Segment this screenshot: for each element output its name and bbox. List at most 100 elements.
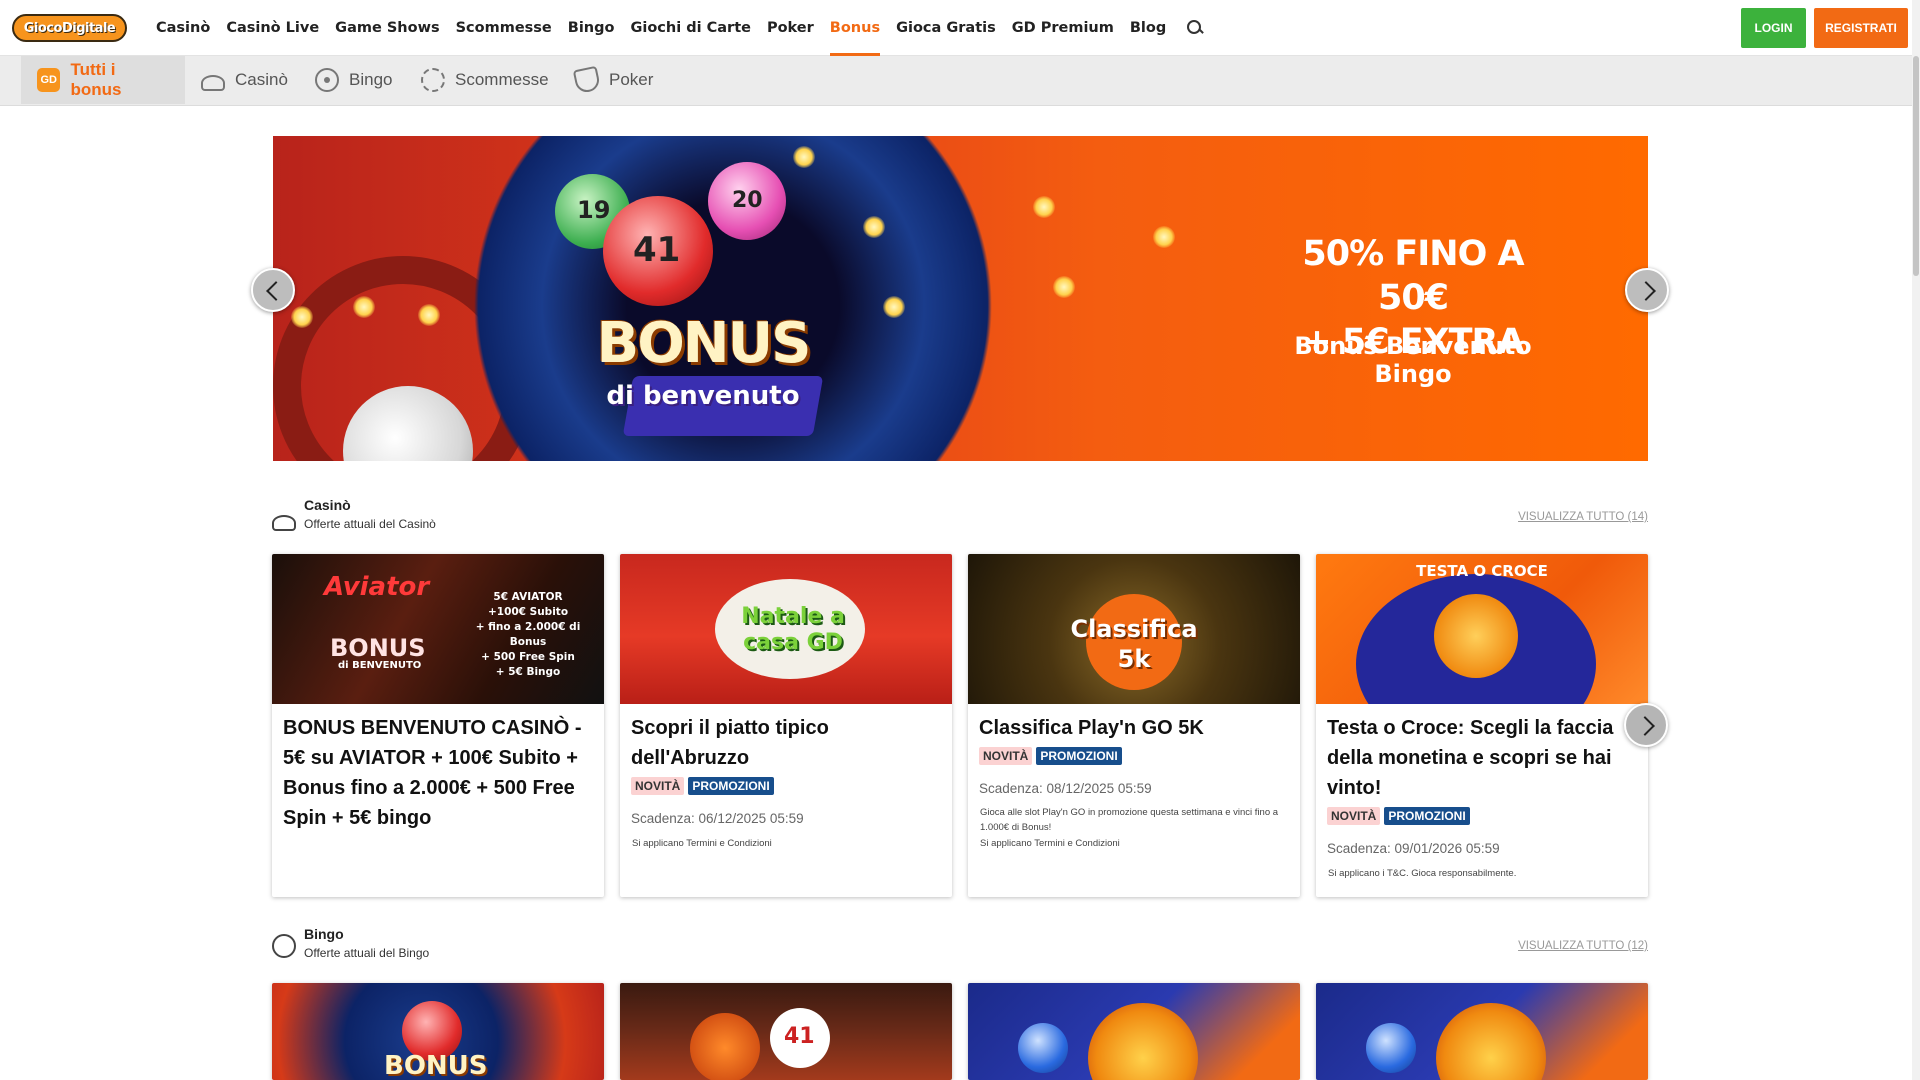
- card-image: Natale a casa GD: [620, 554, 952, 704]
- bingo-section-header: Bingo Offerte attuali del Bingo VISUALIZ…: [272, 926, 1648, 966]
- bonus-card[interactable]: [1316, 983, 1648, 1080]
- bonus-card[interactable]: Classifica 5k Classifica Play'n GO 5K NO…: [968, 554, 1300, 897]
- light-bulb: [291, 306, 313, 328]
- scrollbar-thumb[interactable]: [1913, 56, 1919, 276]
- hero-tagline: Bonus Benvenuto Bingo: [1294, 332, 1532, 388]
- card-title: Classifica Play'n GO 5K: [979, 717, 1204, 739]
- image-line: +100€ Subito: [487, 606, 569, 618]
- bingo-ball-icon: [315, 68, 339, 92]
- section-subtitle: Offerte attuali del Bingo: [304, 946, 430, 960]
- badge-promo: PROMOZIONI: [688, 777, 774, 795]
- see-all-link[interactable]: VISUALIZZA TUTTO (14): [1518, 511, 1648, 523]
- poker-shield-icon: [572, 65, 602, 95]
- casino-section-header: Casinò Offerte attuali del Casinò VISUAL…: [272, 497, 1648, 537]
- bingo-ball-red: 41: [603, 196, 713, 306]
- category-tab-casino[interactable]: Casinò: [201, 56, 288, 104]
- badge-promo: PROMOZIONI: [1036, 747, 1122, 765]
- card-terms: Si applicano Termini e Condizioni: [632, 838, 772, 849]
- main-nav: Casinò Casinò Live Game Shows Scommesse …: [156, 0, 1204, 56]
- section-title: Casinò: [304, 497, 351, 513]
- bonus-card[interactable]: [968, 983, 1300, 1080]
- card-badges: NOVITÀ PROMOZIONI: [979, 747, 1126, 765]
- bingo-ball-icon: [272, 934, 296, 958]
- category-label: Tutti i bonus: [70, 60, 122, 99]
- light-bulb: [883, 296, 905, 318]
- light-bulb: [1033, 196, 1055, 218]
- category-tab-poker[interactable]: Poker: [572, 56, 654, 104]
- page-scrollbar[interactable]: [1912, 0, 1920, 1080]
- roulette-icon: [272, 515, 296, 531]
- bonus-card[interactable]: Aviator BONUS di BENVENUTO 5€ AVIATOR +1…: [272, 554, 604, 897]
- section-title: Bingo: [304, 926, 344, 942]
- balls-icon: [421, 68, 445, 92]
- nav-item-poker[interactable]: Poker: [767, 0, 814, 56]
- login-button[interactable]: LOGIN: [1741, 8, 1806, 48]
- bingo-ball-white: 41: [770, 1008, 830, 1068]
- badge-new: NOVITÀ: [631, 777, 685, 795]
- card-image: BONUS: [272, 983, 604, 1080]
- carousel-prev-button[interactable]: [251, 268, 295, 312]
- nav-item-game-shows[interactable]: Game Shows: [335, 0, 439, 56]
- card-image: Classifica 5k: [968, 554, 1300, 704]
- image-line: + 5€ Bingo: [495, 666, 561, 678]
- bonus-card[interactable]: BONUS: [272, 983, 604, 1080]
- top-navigation: GiocoDigitale Casinò Casinò Live Game Sh…: [0, 0, 1920, 56]
- nav-item-scommesse[interactable]: Scommesse: [456, 0, 552, 56]
- nav-item-bingo[interactable]: Bingo: [568, 0, 615, 56]
- light-bulb: [1053, 276, 1075, 298]
- category-tab-bingo[interactable]: Bingo: [315, 56, 392, 104]
- category-label: Scommesse: [455, 70, 549, 89]
- light-bulb: [793, 146, 815, 168]
- card-terms: Si applicano i T&C. Gioca responsabilmen…: [1328, 868, 1517, 879]
- bingo-ball-blue: [1018, 1023, 1068, 1073]
- register-button[interactable]: REGISTRATI: [1814, 8, 1908, 48]
- nav-item-bonus[interactable]: Bonus: [829, 0, 881, 56]
- card-deadline: Scadenza: 09/01/2026 05:59: [1327, 841, 1500, 856]
- light-bulb: [418, 304, 440, 326]
- category-label: Casinò: [235, 70, 288, 89]
- category-tab-scommesse[interactable]: Scommesse: [421, 56, 549, 104]
- category-label: Bingo: [349, 70, 393, 89]
- bonus-card[interactable]: Natale a casa GD Scopri il piatto tipico…: [620, 554, 952, 897]
- card-title: Testa o Croce: Scegli la faccia della mo…: [1327, 717, 1614, 799]
- card-image: Aviator BONUS di BENVENUTO 5€ AVIATOR +1…: [272, 554, 604, 704]
- hero-bonus-text: BONUS: [596, 311, 812, 376]
- nav-item-blog[interactable]: Blog: [1130, 0, 1166, 56]
- badge-promo: PROMOZIONI: [1384, 807, 1470, 825]
- light-bulb: [1153, 226, 1175, 248]
- bonus-card[interactable]: 41: [620, 983, 952, 1080]
- nav-item-gioca-gratis[interactable]: Gioca Gratis: [896, 0, 996, 56]
- roulette-icon: [201, 75, 225, 91]
- card-badges: NOVITÀ PROMOZIONI: [1327, 807, 1474, 825]
- nav-item-casino[interactable]: Casinò: [156, 0, 210, 56]
- card-deadline: Scadenza: 08/12/2025 05:59: [979, 781, 1152, 796]
- image-line: + 500 Free Spin: [481, 651, 575, 663]
- bonus-category-bar: GD Tutti i bonus Casinò Bingo Scommesse …: [0, 56, 1920, 106]
- carousel-next-button[interactable]: [1625, 268, 1669, 312]
- bingo-ball-pink: 20: [708, 162, 786, 240]
- card-terms: Si applicano Termini e Condizioni: [980, 838, 1120, 849]
- category-tab-all[interactable]: GD Tutti i bonus: [21, 56, 185, 104]
- card-deadline: Scadenza: 06/12/2025 05:59: [631, 811, 804, 826]
- card-image: [968, 983, 1300, 1080]
- hero-bonus-subtext: di benvenuto: [606, 381, 800, 411]
- ornament-shape: [690, 1013, 760, 1080]
- see-all-link[interactable]: VISUALIZZA TUTTO (12): [1518, 940, 1648, 952]
- light-bulb: [353, 296, 375, 318]
- nav-item-casino-live[interactable]: Casinò Live: [226, 0, 319, 56]
- bonus-card[interactable]: TESTA O CROCE Testa o Croce: Scegli la f…: [1316, 554, 1648, 897]
- site-logo[interactable]: GiocoDigitale: [12, 14, 127, 42]
- nav-item-gd-premium[interactable]: GD Premium: [1012, 0, 1114, 56]
- card-description: Gioca alle slot Play'n GO in promozione …: [980, 807, 1279, 833]
- card-image: [1316, 983, 1648, 1080]
- badge-new: NOVITÀ: [979, 747, 1033, 765]
- cards-next-button[interactable]: [1624, 703, 1668, 747]
- category-label: Poker: [609, 70, 654, 89]
- hero-banner[interactable]: 19 41 20 BONUS di benvenuto 50% FINO A 5…: [273, 136, 1648, 461]
- gd-icon: GD: [37, 68, 61, 92]
- section-subtitle: Offerte attuali del Casinò: [304, 517, 436, 531]
- badge-new: NOVITÀ: [1327, 807, 1381, 825]
- search-icon[interactable]: [1186, 19, 1204, 37]
- nav-item-giochi-di-carte[interactable]: Giochi di Carte: [630, 0, 751, 56]
- wheel-shape: [1436, 1003, 1546, 1080]
